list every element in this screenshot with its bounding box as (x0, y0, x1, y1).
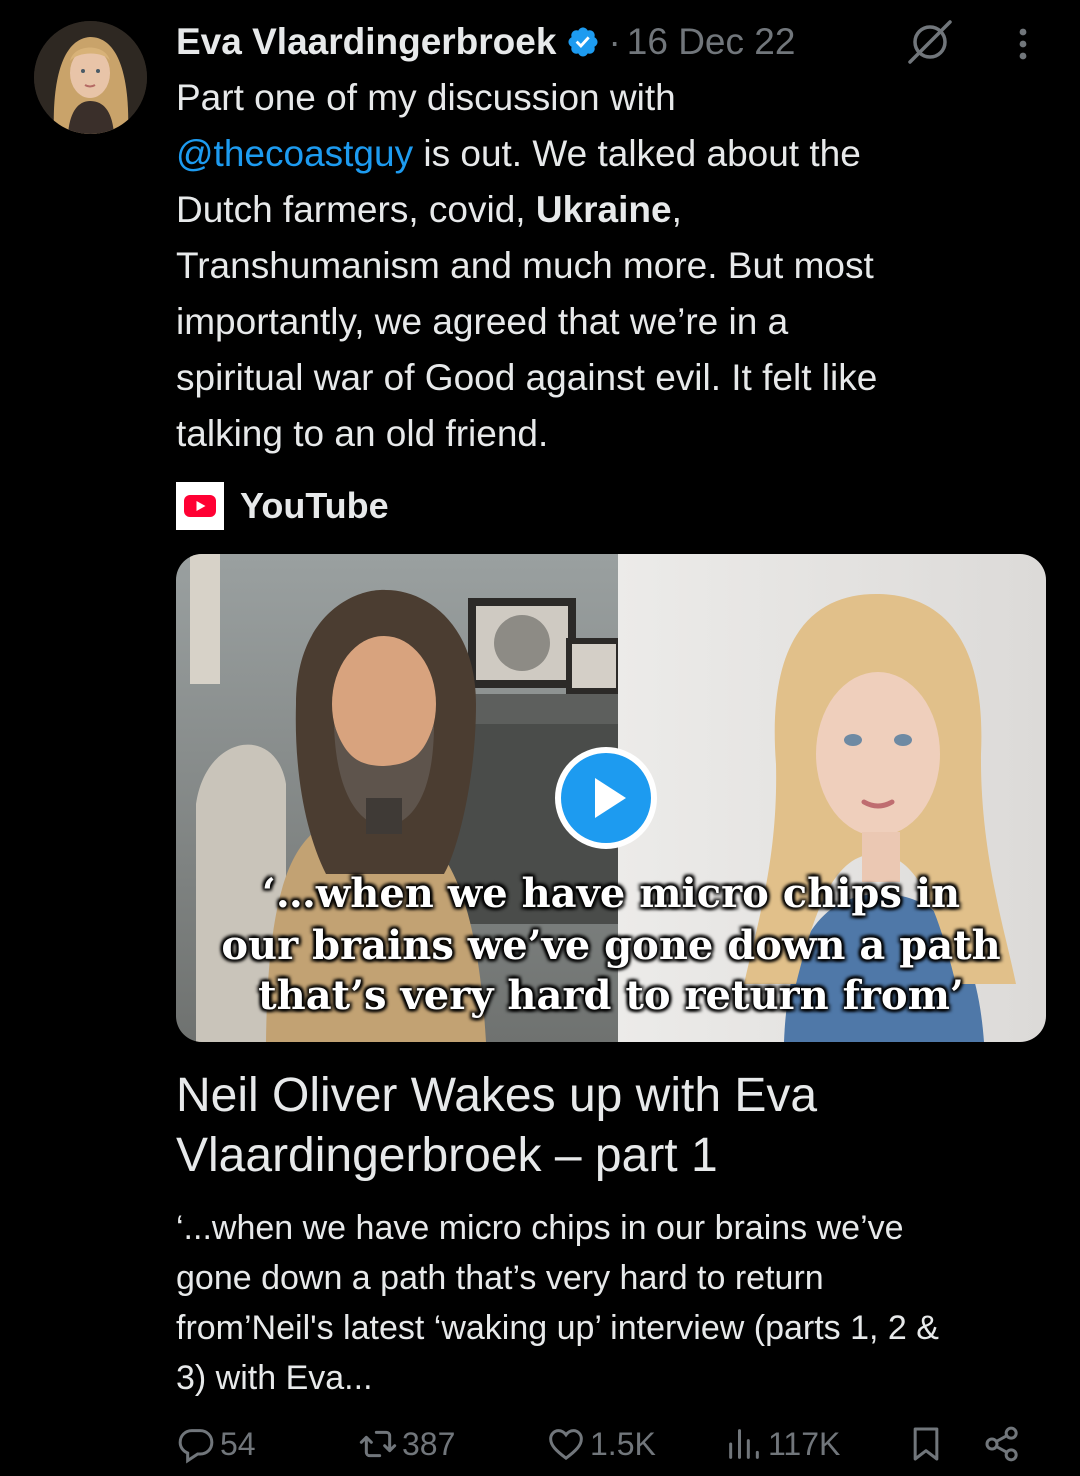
youtube-logo-icon (176, 482, 224, 530)
reply-count: 54 (220, 1425, 256, 1462)
more-options-icon[interactable] (1006, 22, 1040, 66)
card-description-line: 3) with Eva... (176, 1359, 373, 1397)
tweet-line: importantly, we agreed that we’re in a (176, 301, 789, 342)
repost-count: 387 (402, 1425, 456, 1462)
tweet-line-text: , (671, 189, 682, 230)
card-title[interactable]: Neil Oliver Wakes up with Eva Vlaardinge… (176, 1066, 1036, 1186)
card-title-line: Vlaardingerbroek – part 1 (176, 1129, 718, 1182)
card-source-label: YouTube (240, 485, 389, 526)
video-caption-line: that’s very hard to return from’ (258, 972, 964, 1019)
grok-icon[interactable] (904, 16, 956, 68)
tweet-line-text: is out. We talked about the (413, 133, 861, 174)
card-description: ‘...when we have micro chips in our brai… (176, 1203, 1046, 1403)
tweet-bold-text: Ukraine (535, 189, 672, 230)
reply-button[interactable]: 54 (176, 1424, 256, 1464)
tweet-line: spiritual war of Good against evil. It f… (176, 357, 878, 398)
share-icon (985, 1426, 1018, 1462)
card-description-line: ‘...when we have micro chips in our brai… (176, 1209, 904, 1247)
author-avatar[interactable] (34, 21, 147, 134)
bookmark-button[interactable] (906, 1424, 946, 1464)
video-caption-line: ‘…when we have micro chips in (261, 870, 961, 917)
tweet-line: Dutch farmers, covid, Ukraine, (176, 182, 1036, 238)
views-button[interactable]: 117K (724, 1424, 840, 1464)
avatar-image (34, 21, 147, 134)
card-description-line: from’Neil's latest ‘waking up’ interview… (176, 1309, 939, 1347)
card-source[interactable]: YouTube (176, 478, 389, 534)
tweet-line: talking to an old friend. (176, 413, 549, 454)
repost-icon (359, 1430, 397, 1458)
like-button[interactable]: 1.5K (546, 1424, 656, 1464)
tweet-line-text: Dutch farmers, covid, (176, 189, 536, 230)
tweet-line: Part one of my discussion with (176, 77, 676, 118)
video-thumbnail[interactable]: ‘…when we have micro chips in our brains… (176, 554, 1046, 1042)
share-button[interactable] (982, 1424, 1022, 1464)
video-caption-line: our brains we’ve gone down a path (221, 922, 1001, 969)
author-name[interactable]: Eva Vlaardingerbroek (176, 21, 556, 63)
tweet-line: @thecoastguy is out. We talked about the (176, 126, 1036, 182)
tweet-action-bar: 54 387 1.5K 117K (176, 1424, 1036, 1476)
verified-badge-icon[interactable] (566, 25, 600, 59)
heart-icon (549, 1429, 583, 1461)
card-title-line: Neil Oliver Wakes up with Eva (176, 1069, 818, 1122)
tweet-separator: · (608, 21, 621, 62)
tweet-date[interactable]: 16 Dec 22 (627, 21, 796, 63)
play-button-icon[interactable] (554, 746, 658, 850)
repost-button[interactable]: 387 (358, 1424, 455, 1464)
bookmark-icon (913, 1427, 939, 1461)
card-description-line: gone down a path that’s very hard to ret… (176, 1259, 824, 1297)
like-count: 1.5K (590, 1425, 656, 1462)
views-bar-chart-icon (729, 1429, 759, 1459)
mention-link[interactable]: @thecoastguy (176, 133, 413, 174)
tweet-line: Transhumanism and much more. But most (176, 245, 874, 286)
views-count: 117K (768, 1425, 841, 1462)
tweet-header: Eva Vlaardingerbroek · 16 Dec 22 (176, 14, 1056, 70)
reply-icon (178, 1429, 214, 1464)
tweet-text: Part one of my discussion with @thecoast… (176, 70, 1036, 462)
